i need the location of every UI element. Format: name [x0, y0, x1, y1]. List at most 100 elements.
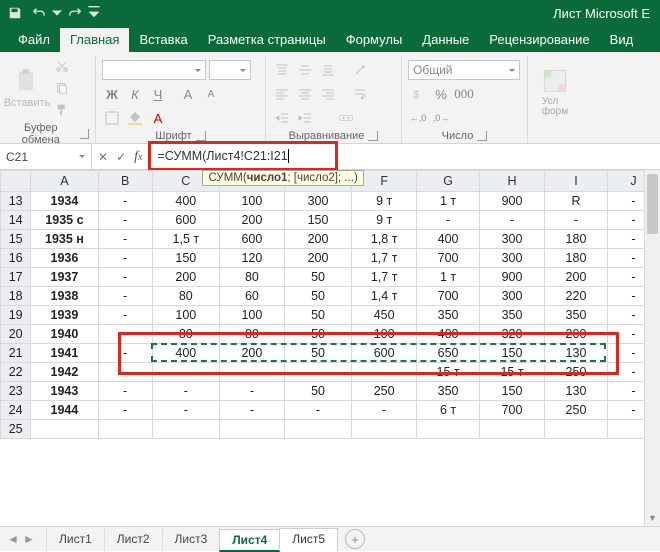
cell[interactable]: -: [98, 363, 152, 382]
cell[interactable]: 1940: [31, 325, 98, 344]
row-header[interactable]: 23: [1, 382, 31, 401]
cell[interactable]: 600: [152, 211, 219, 230]
column-header[interactable]: B: [98, 171, 152, 192]
align-left-icon[interactable]: [272, 84, 292, 104]
vertical-scrollbar[interactable]: ▲▼: [644, 170, 660, 526]
cell[interactable]: 200: [545, 268, 608, 287]
cell[interactable]: 100: [219, 306, 284, 325]
font-dialog-launcher[interactable]: [196, 131, 206, 141]
cell[interactable]: 1939: [31, 306, 98, 325]
cell[interactable]: [152, 363, 219, 382]
cell[interactable]: 600: [219, 230, 284, 249]
tab-formulas[interactable]: Формулы: [336, 28, 413, 52]
row-header[interactable]: 22: [1, 363, 31, 382]
cell[interactable]: 100: [152, 306, 219, 325]
cell[interactable]: 350: [417, 382, 480, 401]
cell[interactable]: [219, 363, 284, 382]
percent-icon[interactable]: %: [431, 84, 451, 104]
row-header[interactable]: 16: [1, 249, 31, 268]
cell[interactable]: 250: [545, 363, 608, 382]
align-middle-icon[interactable]: [295, 60, 315, 80]
row-header[interactable]: 13: [1, 192, 31, 211]
cell[interactable]: 1 т: [417, 192, 480, 211]
cell[interactable]: [98, 420, 152, 439]
cell[interactable]: -: [219, 382, 284, 401]
cell[interactable]: 1936: [31, 249, 98, 268]
cell[interactable]: 1,7 т: [352, 268, 417, 287]
cell[interactable]: 400: [417, 230, 480, 249]
select-all-corner[interactable]: [1, 171, 31, 192]
cell[interactable]: -: [98, 344, 152, 363]
cell[interactable]: 120: [219, 249, 284, 268]
cell[interactable]: R: [545, 192, 608, 211]
cell[interactable]: 400: [152, 344, 219, 363]
cell[interactable]: 600: [352, 344, 417, 363]
cell[interactable]: 1944: [31, 401, 98, 420]
undo-icon[interactable]: [28, 2, 50, 24]
merge-icon[interactable]: [327, 108, 365, 128]
cell[interactable]: -: [98, 306, 152, 325]
cell[interactable]: -: [219, 401, 284, 420]
format-painter-icon[interactable]: [52, 100, 72, 120]
cell[interactable]: 80: [219, 325, 284, 344]
tab-review[interactable]: Рецензирование: [479, 28, 599, 52]
cell[interactable]: [284, 363, 351, 382]
cell[interactable]: 200: [284, 230, 351, 249]
currency-icon[interactable]: $: [408, 84, 428, 104]
cell[interactable]: 9 т: [352, 192, 417, 211]
sheet-tab[interactable]: Лист1: [46, 528, 105, 551]
cell[interactable]: 400: [152, 192, 219, 211]
tab-data[interactable]: Данные: [412, 28, 479, 52]
cell[interactable]: 50: [284, 344, 351, 363]
cell[interactable]: 220: [545, 287, 608, 306]
cell[interactable]: 250: [352, 382, 417, 401]
cell[interactable]: -: [98, 382, 152, 401]
number-dialog-launcher[interactable]: [477, 131, 487, 141]
cell[interactable]: -: [352, 401, 417, 420]
name-box[interactable]: C21: [0, 144, 92, 169]
bold-button[interactable]: Ж: [102, 84, 122, 104]
cell[interactable]: -: [480, 211, 545, 230]
cell[interactable]: [480, 420, 545, 439]
cell[interactable]: 1934: [31, 192, 98, 211]
cell[interactable]: 300: [284, 192, 351, 211]
cell[interactable]: 300: [480, 249, 545, 268]
cell[interactable]: 50: [284, 268, 351, 287]
align-right-icon[interactable]: [318, 84, 338, 104]
tab-page-layout[interactable]: Разметка страницы: [198, 28, 336, 52]
borders-icon[interactable]: [102, 108, 122, 128]
customize-qat-icon[interactable]: [88, 2, 100, 24]
number-format-combo[interactable]: Общий: [408, 60, 520, 80]
cell[interactable]: 350: [417, 306, 480, 325]
tab-view[interactable]: Вид: [600, 28, 644, 52]
sheet-nav-arrows[interactable]: ◄►: [6, 532, 36, 546]
cell[interactable]: 450: [352, 306, 417, 325]
cell[interactable]: 200: [219, 211, 284, 230]
cell[interactable]: -: [98, 325, 152, 344]
enter-formula-icon[interactable]: ✓: [116, 150, 126, 164]
spreadsheet-grid[interactable]: ABCDEFGHIJ 131934-4001003009 т1 т900R-14…: [0, 170, 660, 526]
cell[interactable]: 50: [284, 382, 351, 401]
cell[interactable]: 1 т: [417, 268, 480, 287]
cell[interactable]: 1938: [31, 287, 98, 306]
undo-dropdown-icon[interactable]: [52, 2, 62, 24]
row-header[interactable]: 19: [1, 306, 31, 325]
new-sheet-button[interactable]: +: [345, 529, 365, 549]
cell[interactable]: 200: [219, 344, 284, 363]
row-header[interactable]: 20: [1, 325, 31, 344]
cell[interactable]: [152, 420, 219, 439]
cell[interactable]: 1941: [31, 344, 98, 363]
font-size-combo[interactable]: [209, 60, 251, 80]
copy-icon[interactable]: [52, 78, 72, 98]
tab-home[interactable]: Главная: [60, 28, 129, 52]
cell[interactable]: 6 т: [417, 401, 480, 420]
cell[interactable]: -: [417, 211, 480, 230]
comma-icon[interactable]: 000: [454, 84, 474, 104]
cell[interactable]: 150: [480, 382, 545, 401]
font-name-combo[interactable]: [102, 60, 206, 80]
cell[interactable]: 9 т: [352, 211, 417, 230]
cell[interactable]: 650: [417, 344, 480, 363]
cell[interactable]: 200: [545, 325, 608, 344]
cell[interactable]: 100: [219, 192, 284, 211]
row-header[interactable]: 21: [1, 344, 31, 363]
